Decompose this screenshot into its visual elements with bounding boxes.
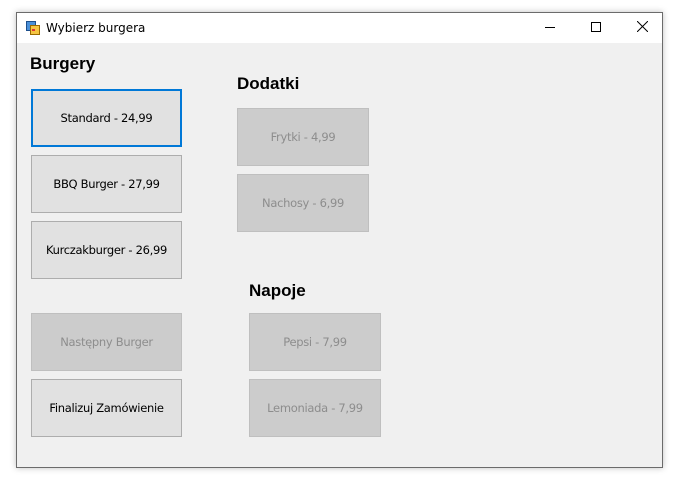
extras-heading: Dodatki [237,74,300,93]
drink-pepsi-button[interactable]: Pepsi - 7,99 [249,313,381,371]
burgers-heading: Burgery [30,54,96,73]
window-title: Wybierz burgera [46,21,146,35]
drink-lemonade-button[interactable]: Lemoniada - 7,99 [249,379,381,437]
minimize-button[interactable] [527,13,573,43]
close-button[interactable] [619,13,665,43]
drinks-heading: Napoje [249,281,306,300]
close-icon [636,19,648,37]
burger-bbq-button[interactable]: BBQ Burger - 27,99 [31,155,182,213]
title-bar[interactable]: Wybierz burgera [17,13,662,43]
extra-fries-button[interactable]: Frytki - 4,99 [237,108,369,166]
maximize-button[interactable] [573,13,619,43]
maximize-icon [591,19,601,37]
burger-window: Wybierz burgera Burgery Standard - 24,99… [16,12,663,468]
burger-kurczak-button[interactable]: Kurczakburger - 26,99 [31,221,182,279]
extra-nachos-button[interactable]: Nachosy - 6,99 [237,174,369,232]
minimize-icon [545,19,555,37]
finalize-order-button[interactable]: Finalizuj Zamówienie [31,379,182,437]
burger-standard-button[interactable]: Standard - 24,99 [31,89,182,147]
form-icon [26,21,40,35]
next-burger-button[interactable]: Następny Burger [31,313,182,371]
client-area: Burgery Standard - 24,99 BBQ Burger - 27… [17,43,662,467]
